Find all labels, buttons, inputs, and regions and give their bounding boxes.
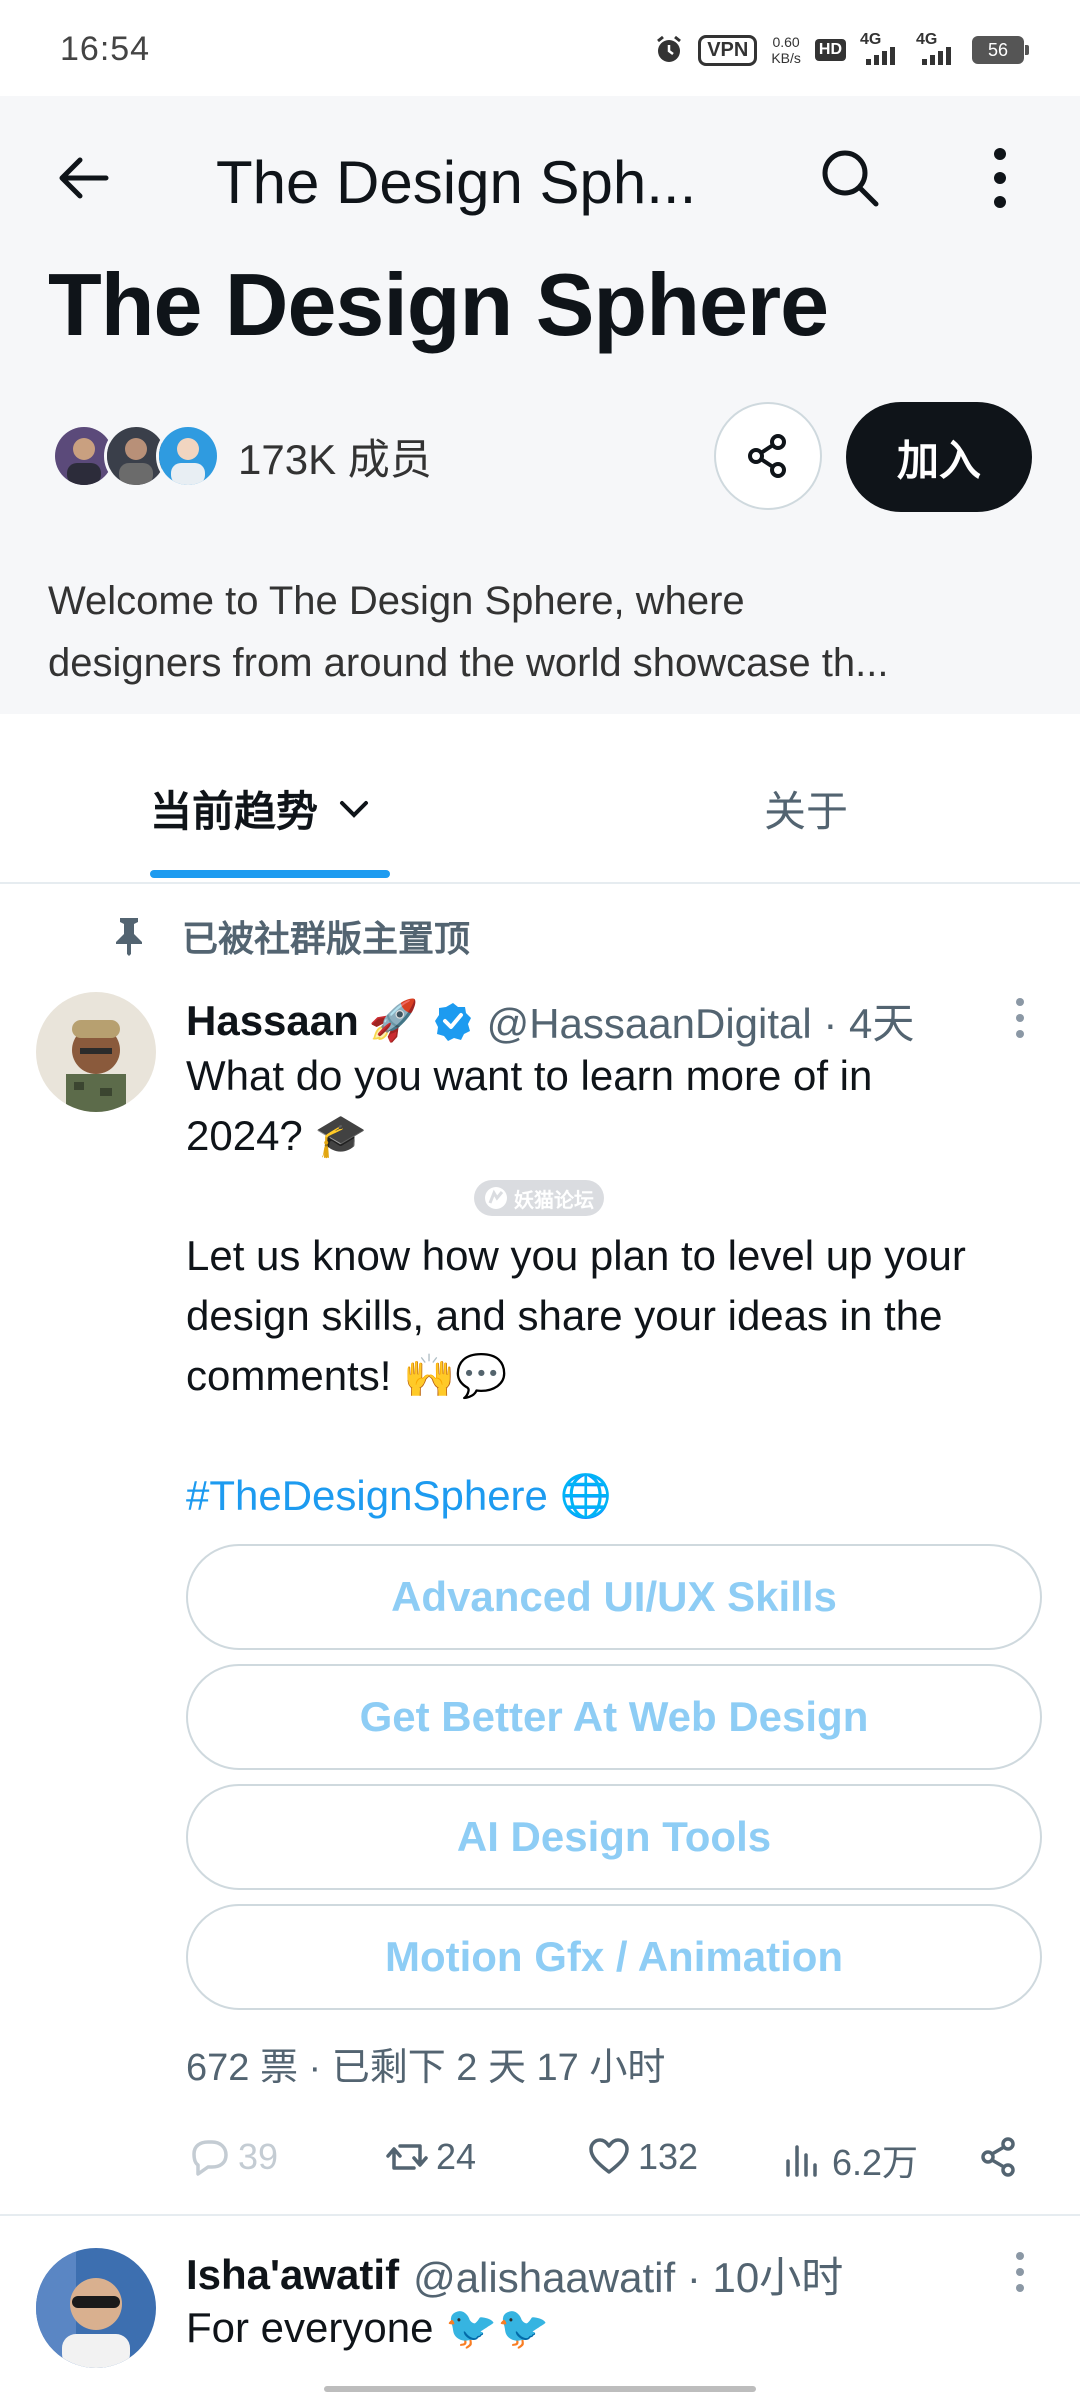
author-avatar[interactable] — [36, 2248, 156, 2368]
poll-option[interactable]: Advanced UI/UX Skills — [186, 1544, 1042, 1650]
status-time: 16:54 — [60, 30, 151, 68]
top-bar-title: The Design Sph... — [216, 149, 697, 216]
chevron-down-icon — [340, 800, 369, 818]
search-icon[interactable] — [816, 144, 884, 212]
join-button[interactable]: 加入 — [846, 402, 1032, 512]
author-emoji: 🚀 — [368, 999, 419, 1043]
views-chart-icon — [786, 2145, 817, 2177]
active-tab-indicator — [150, 870, 390, 878]
network-speed: 0.60 KB/s — [771, 34, 801, 66]
post-more-icon[interactable] — [1010, 2250, 1030, 2294]
author-handle-time: @alishaawatif · 10小时 — [413, 2254, 844, 2301]
community-header: The Design Sph... The Design Sphere 173K… — [0, 96, 1080, 714]
vpn-icon: VPN — [698, 34, 758, 66]
repost-count: 24 — [436, 2136, 477, 2177]
more-options-icon[interactable] — [980, 142, 1020, 214]
pinned-label: 已被社群版主置顶 — [182, 918, 471, 959]
post-spacer — [186, 1406, 1046, 1466]
signal-bars-icon — [866, 47, 895, 65]
tab-about[interactable]: 关于 — [764, 778, 848, 839]
views-button[interactable]: 6.2万 — [780, 2134, 918, 2186]
hashtag-link[interactable]: #TheDesignSphere 🌐 — [186, 1466, 1046, 1526]
verified-badge-icon — [434, 1002, 471, 1041]
poll-option[interactable]: Get Better At Web Design — [186, 1664, 1042, 1770]
network-speed-unit: KB/s — [771, 50, 801, 66]
heart-icon — [589, 2138, 629, 2174]
author-avatar[interactable] — [36, 992, 156, 1112]
share-button[interactable] — [714, 402, 822, 510]
like-count: 132 — [638, 2136, 699, 2177]
post-body[interactable]: What do you want to learn more of in 202… — [186, 1046, 1046, 1526]
community-title: The Design Sphere — [48, 255, 829, 354]
post-body-line: comments! 🙌💬 — [186, 1352, 508, 1399]
post-actions: 39 24 132 6.2万 — [186, 2134, 1016, 2190]
share-icon — [748, 434, 786, 478]
reply-count: 39 — [238, 2136, 279, 2177]
post-body[interactable]: For everyone 🐦🐦 — [186, 2304, 550, 2353]
watermark-text: 妖猫论坛 — [514, 1189, 594, 1212]
post-body-line: design skills, and share your ideas in t… — [186, 1292, 943, 1339]
repost-icon — [386, 2144, 428, 2170]
signal-bars-icon — [922, 47, 951, 65]
post-question-line: 2024? 🎓 — [186, 1112, 367, 1159]
post-body-line: Let us know how you plan to level up you… — [186, 1232, 966, 1279]
network-speed-value: 0.60 — [772, 34, 800, 50]
poll-option[interactable]: Motion Gfx / Animation — [186, 1904, 1042, 2010]
repost-button[interactable]: 24 — [384, 2134, 476, 2180]
post-divider — [0, 2214, 1080, 2216]
poll: Advanced UI/UX Skills Get Better At Web … — [186, 1544, 1044, 2024]
status-bar: 16:54 VPN 0.60 KB/s HD 4G 4G 56 — [0, 0, 1080, 96]
views-count: 6.2万 — [832, 2142, 919, 2183]
post-header: Isha'awatif @alishaawatif · 10小时 — [186, 2244, 843, 2305]
description-line: Welcome to The Design Sphere, where — [48, 579, 745, 623]
poll-option[interactable]: AI Design Tools — [186, 1784, 1042, 1890]
watermark: 妖猫论坛 — [474, 1180, 604, 1216]
tab-bar: 当前趋势 关于 — [0, 714, 1080, 884]
tab-trending[interactable]: 当前趋势 — [150, 778, 372, 839]
post-spacer — [186, 1166, 1046, 1226]
community-description[interactable]: Welcome to The Design Sphere, where desi… — [48, 570, 1038, 694]
alarm-icon — [657, 35, 682, 62]
reply-icon — [192, 2140, 228, 2176]
pin-icon — [116, 918, 142, 956]
post-share-button[interactable] — [976, 2134, 1022, 2180]
share-icon — [981, 2137, 1015, 2177]
members-row[interactable]: 173K 成员 — [52, 424, 432, 488]
author-name[interactable]: Hassaan — [186, 997, 359, 1045]
author-handle-time: @HassaanDigital · 4天 — [486, 1000, 915, 1047]
battery-icon: 56 — [972, 36, 1029, 64]
back-arrow-icon[interactable] — [52, 146, 116, 210]
post-header: Hassaan 🚀 @HassaanDigital · 4天 — [186, 990, 986, 1051]
member-avatar — [156, 424, 220, 488]
pinned-indicator: 已被社群版主置顶 — [112, 910, 470, 962]
hd-voice-icon: HD — [814, 39, 846, 61]
description-line: designers from around the world showcase… — [48, 641, 889, 685]
poll-meta: 672 票 · 已剩下 2 天 17 小时 — [186, 2047, 666, 2089]
post-more-icon[interactable] — [1010, 996, 1030, 1040]
like-button[interactable]: 132 — [586, 2134, 698, 2180]
post-question-line: What do you want to learn more of in — [186, 1052, 873, 1099]
members-count: 173K 成员 — [238, 435, 432, 483]
tab-trending-label: 当前趋势 — [150, 788, 319, 835]
watermark-logo-icon — [485, 1187, 507, 1209]
reply-button[interactable]: 39 — [186, 2134, 278, 2180]
author-name[interactable]: Isha'awatif — [186, 2251, 399, 2299]
signal-icon-sim2: 4G — [916, 31, 958, 65]
signal-icon-sim1: 4G — [860, 31, 902, 65]
status-icons: VPN 0.60 KB/s HD 4G 4G 56 — [654, 31, 1029, 66]
home-indicator[interactable] — [324, 2386, 756, 2392]
